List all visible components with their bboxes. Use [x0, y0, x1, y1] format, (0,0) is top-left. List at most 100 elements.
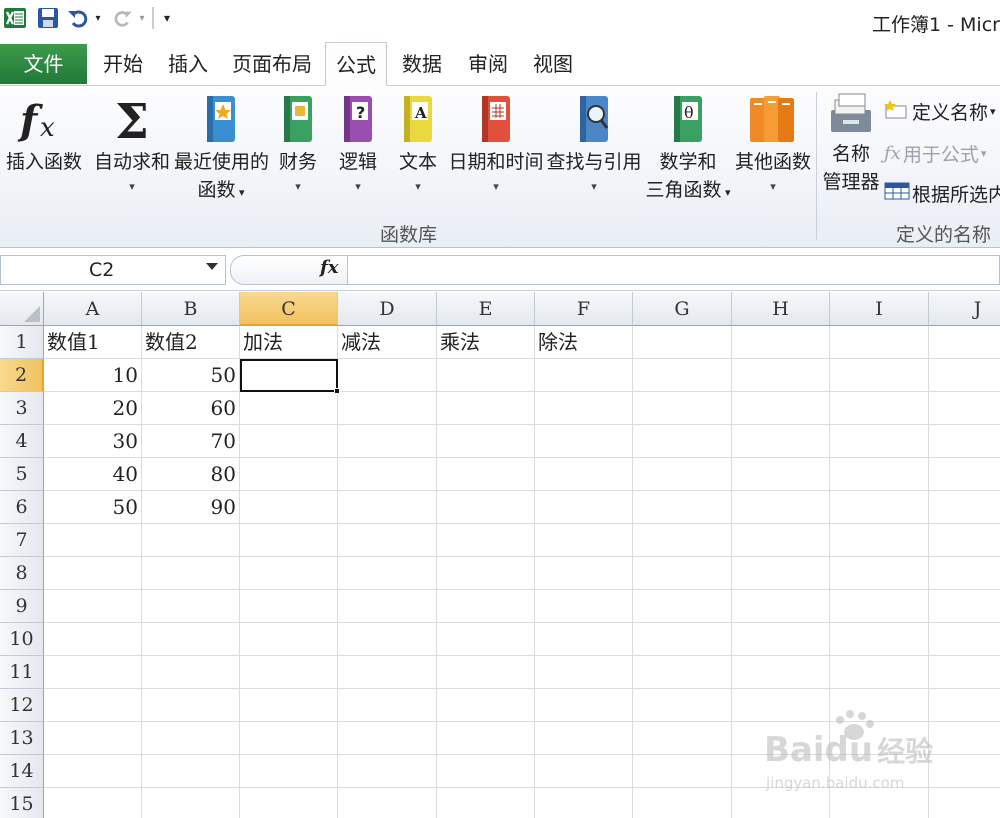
cell-a4[interactable]: 30 [44, 425, 142, 458]
select-all-button[interactable] [0, 292, 44, 326]
cell-g4[interactable] [633, 425, 732, 458]
name-box-dropdown-icon[interactable] [206, 263, 218, 270]
tab-formulas[interactable]: 公式 [325, 42, 387, 87]
column-header-d[interactable]: D [338, 292, 437, 326]
tab-insert[interactable]: 插入 [158, 42, 218, 86]
cell-e3[interactable] [437, 392, 535, 425]
cell-i11[interactable] [830, 656, 929, 689]
cell-f9[interactable] [535, 590, 633, 623]
cell-g12[interactable] [633, 689, 732, 722]
cell-d13[interactable] [338, 722, 437, 755]
row-header-12[interactable]: 12 [0, 689, 44, 722]
cell-e15[interactable] [437, 788, 535, 818]
row-header-2[interactable]: 2 [0, 359, 44, 392]
cell-d3[interactable] [338, 392, 437, 425]
cell-b13[interactable] [142, 722, 240, 755]
cell-d11[interactable] [338, 656, 437, 689]
cell-b15[interactable] [142, 788, 240, 818]
row-header-4[interactable]: 4 [0, 425, 44, 458]
cell-c3[interactable] [240, 392, 338, 425]
cell-c4[interactable] [240, 425, 338, 458]
cell-f3[interactable] [535, 392, 633, 425]
cell-f1[interactable]: 除法 [535, 326, 633, 359]
cell-e1[interactable]: 乘法 [437, 326, 535, 359]
cell-a2[interactable]: 10 [44, 359, 142, 392]
math-trig-button[interactable]: θ 数学和 三角函数 ▾ [644, 86, 732, 207]
cell-i9[interactable] [830, 590, 929, 623]
cell-d12[interactable] [338, 689, 437, 722]
cell-d10[interactable] [338, 623, 437, 656]
cell-b4[interactable]: 70 [142, 425, 240, 458]
cell-b7[interactable] [142, 524, 240, 557]
row-header-5[interactable]: 5 [0, 458, 44, 491]
cell-g1[interactable] [633, 326, 732, 359]
recently-used-button[interactable]: 最近使用的 函数 ▾ [174, 86, 269, 207]
tab-home[interactable]: 开始 [93, 42, 153, 86]
cell-c15[interactable] [240, 788, 338, 818]
cell-b3[interactable]: 60 [142, 392, 240, 425]
cell-g8[interactable] [633, 557, 732, 590]
cell-c12[interactable] [240, 689, 338, 722]
cell-c8[interactable] [240, 557, 338, 590]
cell-i8[interactable] [830, 557, 929, 590]
cell-f8[interactable] [535, 557, 633, 590]
cell-h1[interactable] [732, 326, 830, 359]
cell-f6[interactable] [535, 491, 633, 524]
cell-i6[interactable] [830, 491, 929, 524]
cell-e7[interactable] [437, 524, 535, 557]
fill-handle[interactable] [334, 388, 340, 394]
row-header-11[interactable]: 11 [0, 656, 44, 689]
cell-a6[interactable]: 50 [44, 491, 142, 524]
cell-c13[interactable] [240, 722, 338, 755]
cell-g3[interactable] [633, 392, 732, 425]
cell-a14[interactable] [44, 755, 142, 788]
cell-h12[interactable] [732, 689, 830, 722]
tab-data[interactable]: 数据 [392, 42, 452, 86]
cell-d1[interactable]: 减法 [338, 326, 437, 359]
cell-j15[interactable] [929, 788, 1000, 818]
cell-g2[interactable] [633, 359, 732, 392]
cell-b6[interactable]: 90 [142, 491, 240, 524]
redo-dropdown-icon[interactable]: ▾ [136, 4, 148, 32]
cell-f13[interactable] [535, 722, 633, 755]
cell-a7[interactable] [44, 524, 142, 557]
cell-j10[interactable] [929, 623, 1000, 656]
cell-d4[interactable] [338, 425, 437, 458]
cell-f14[interactable] [535, 755, 633, 788]
define-name-button[interactable]: 定义名称 ▾ [884, 98, 996, 125]
cell-i7[interactable] [830, 524, 929, 557]
row-header-6[interactable]: 6 [0, 491, 44, 524]
cell-j3[interactable] [929, 392, 1000, 425]
tab-view[interactable]: 视图 [522, 42, 584, 86]
cell-i1[interactable] [830, 326, 929, 359]
cell-d15[interactable] [338, 788, 437, 818]
cell-e9[interactable] [437, 590, 535, 623]
cell-h13[interactable] [732, 722, 830, 755]
column-header-a[interactable]: A [44, 292, 142, 326]
cell-j1[interactable] [929, 326, 1000, 359]
cell-b12[interactable] [142, 689, 240, 722]
cell-e2[interactable] [437, 359, 535, 392]
cell-f5[interactable] [535, 458, 633, 491]
cell-h8[interactable] [732, 557, 830, 590]
cell-h14[interactable] [732, 755, 830, 788]
cell-b11[interactable] [142, 656, 240, 689]
column-header-e[interactable]: E [437, 292, 535, 326]
cell-c10[interactable] [240, 623, 338, 656]
cell-f12[interactable] [535, 689, 633, 722]
cell-g11[interactable] [633, 656, 732, 689]
cell-c6[interactable] [240, 491, 338, 524]
cell-g10[interactable] [633, 623, 732, 656]
lookup-reference-button[interactable]: 查找与引用 ▾ [546, 86, 642, 198]
cell-c14[interactable] [240, 755, 338, 788]
cell-f10[interactable] [535, 623, 633, 656]
cell-i10[interactable] [830, 623, 929, 656]
cell-i2[interactable] [830, 359, 929, 392]
cell-e11[interactable] [437, 656, 535, 689]
column-header-c[interactable]: C [240, 292, 338, 326]
cell-f2[interactable] [535, 359, 633, 392]
cell-j4[interactable] [929, 425, 1000, 458]
cell-a9[interactable] [44, 590, 142, 623]
insert-function-button[interactable]: fx 插入函数 [2, 86, 86, 176]
cell-b8[interactable] [142, 557, 240, 590]
